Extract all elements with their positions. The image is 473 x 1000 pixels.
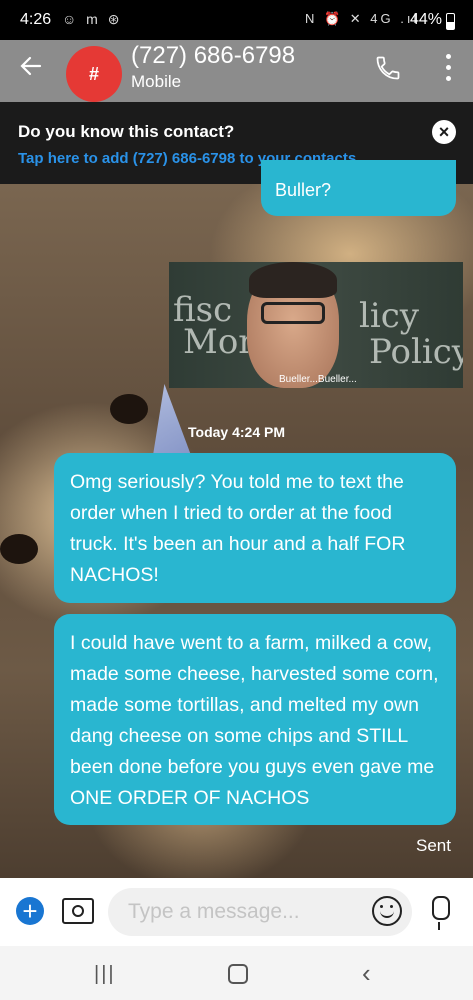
contact-number[interactable]: (727) 686-6798: [131, 42, 295, 70]
microphone-icon[interactable]: [432, 896, 450, 930]
system-nav-bar: ||| ‹: [0, 946, 473, 1000]
message-bubble[interactable]: I could have went to a farm, milked a co…: [54, 614, 456, 825]
gif-hair: [249, 262, 337, 298]
message-bubble-partial[interactable]: Buller?: [261, 160, 456, 216]
gif-chalk-text: licy: [359, 296, 419, 336]
more-options-icon[interactable]: [444, 54, 454, 86]
message-text: Omg seriously? You told me to text the o…: [70, 471, 406, 586]
emoji-icon[interactable]: [372, 896, 402, 926]
home-icon[interactable]: [228, 964, 248, 984]
message-timestamp: Today 4:24 PM: [188, 424, 285, 440]
notification-icons: ☺ m ⊛: [62, 11, 123, 27]
contact-number-type: Mobile: [131, 72, 182, 91]
add-attachment-icon[interactable]: +: [16, 897, 44, 925]
conversation-header: # (727) 686-6798 Mobile: [0, 40, 473, 102]
message-status: Sent: [416, 836, 451, 855]
message-bubble[interactable]: Omg seriously? You told me to text the o…: [54, 453, 456, 603]
message-text: Buller?: [275, 180, 332, 200]
battery-icon: [446, 13, 455, 30]
system-icons: N ⏰ ✕ 4G .ıl: [305, 11, 420, 26]
status-bar: 4:26 ☺ m ⊛ N ⏰ ✕ 4G .ıl 44%: [0, 0, 473, 40]
gif-glasses: [261, 302, 325, 324]
gif-chalk-text: Policy: [369, 332, 463, 372]
phone-icon[interactable]: [374, 54, 404, 84]
gif-caption: Bueller...Bueller...: [279, 374, 357, 385]
message-input[interactable]: [108, 888, 412, 936]
system-back-icon[interactable]: ‹: [362, 958, 371, 989]
battery-percent: 44%: [410, 11, 443, 28]
gif-message[interactable]: fisc licy Mon Policy Bueller...Bueller..…: [169, 262, 463, 388]
dog-eye: [0, 534, 38, 564]
camera-icon[interactable]: [62, 898, 94, 924]
avatar-initial: #: [88, 63, 99, 84]
message-text: I could have went to a farm, milked a co…: [70, 632, 439, 809]
back-arrow-icon[interactable]: [18, 53, 44, 85]
contact-avatar[interactable]: #: [66, 46, 122, 102]
banner-title: Do you know this contact?: [18, 122, 235, 141]
status-time: 4:26: [20, 11, 52, 28]
message-composer: +: [0, 878, 473, 946]
dog-eye: [110, 394, 148, 424]
close-icon[interactable]: ×: [432, 120, 456, 144]
recent-apps-icon[interactable]: |||: [94, 963, 116, 986]
